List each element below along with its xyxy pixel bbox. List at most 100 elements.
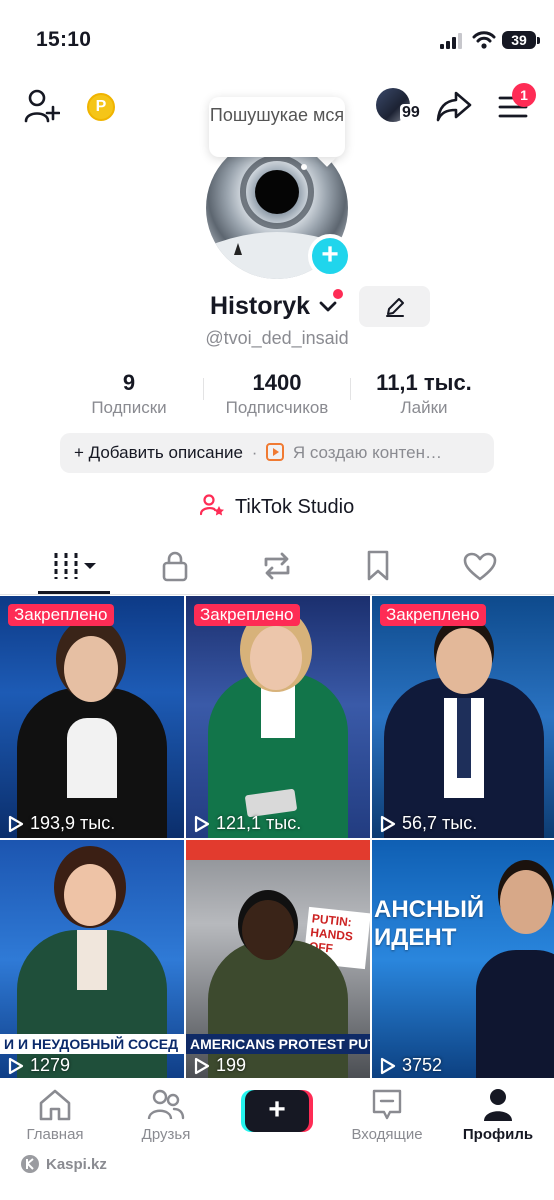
pinned-badge: Закреплено	[380, 604, 486, 626]
presenter-head	[250, 626, 302, 690]
nav-friends-label: Друзья	[141, 1126, 191, 1143]
profile-handle: @tvoi_ded_insaid	[205, 328, 349, 348]
presenter-tie	[457, 698, 471, 778]
creator-category[interactable]: Я создаю контен…	[293, 443, 442, 462]
add-avatar-plus-icon[interactable]: +	[308, 234, 352, 278]
stat-followers[interactable]: 1400 Подписчиков	[202, 370, 352, 418]
edit-profile-button[interactable]	[359, 286, 430, 327]
presenter-head	[500, 870, 552, 934]
create-plus-button[interactable]: +	[245, 1090, 309, 1132]
view-count: 121,1 тыс.	[194, 813, 301, 834]
presenter-head	[64, 636, 118, 702]
presenter-head	[436, 628, 492, 694]
stat-likes-label: Лайки	[400, 398, 448, 417]
nav-profile-label: Профиль	[462, 1126, 534, 1143]
stat-likes-value: 11,1 тыс.	[376, 370, 472, 395]
stat-following[interactable]: 9 Подписки	[54, 370, 204, 418]
bookmark-icon[interactable]	[366, 550, 390, 582]
stat-likes[interactable]: 11,1 тыс. Лайки	[349, 370, 499, 418]
avatar-tooltip: Пошушукае мся	[209, 97, 345, 157]
view-count: 193,9 тыс.	[8, 813, 115, 834]
tiktok-studio-link[interactable]: TikTok Studio	[0, 494, 554, 519]
signal-icon	[440, 33, 462, 49]
add-bio-link[interactable]: + Добавить описание	[74, 443, 243, 462]
add-friend-icon[interactable]	[24, 89, 60, 123]
inbox-icon	[372, 1089, 402, 1120]
view-count-text: 56,7 тыс.	[402, 813, 478, 833]
stat-followers-value: 1400	[252, 370, 302, 395]
chevron-down-icon	[319, 301, 337, 312]
video-thumbnail[interactable]: PUTIN: HANDS OFF AMERICANS PROTEST PUTIN…	[186, 840, 370, 1080]
stat-following-value: 9	[122, 370, 136, 395]
video-thumbnail[interactable]: Закреплено 193,9 тыс.	[0, 596, 184, 838]
grid-columns-icon	[54, 553, 96, 579]
presenter-head	[64, 864, 116, 926]
play-icon	[8, 1057, 24, 1074]
battery-indicator: 39	[502, 31, 536, 49]
view-count: 199	[194, 1055, 246, 1076]
news-ticker: И И НЕУДОБНЫЙ СОСЕД	[0, 1034, 184, 1054]
tabs-divider	[0, 594, 554, 595]
friends-icon	[147, 1089, 185, 1120]
watermark-text: Kaspi.kz	[46, 1155, 107, 1173]
studio-label: TikTok Studio	[234, 496, 355, 518]
video-thumbnail[interactable]: АНСНЫЙ ИДЕНТ 3752	[372, 840, 554, 1080]
presenter-shirt	[67, 718, 117, 798]
heart-icon[interactable]	[463, 552, 497, 582]
stat-following-label: Подписки	[91, 398, 167, 417]
nav-inbox[interactable]: Входящие	[337, 1088, 437, 1143]
view-count-text: 1279	[30, 1055, 71, 1075]
coin-icon[interactable]: P	[87, 93, 115, 121]
tab-videos[interactable]	[52, 552, 100, 585]
creator-play-icon	[266, 443, 285, 461]
play-icon	[194, 815, 210, 832]
view-count: 1279	[8, 1055, 70, 1076]
video-thumbnail[interactable]: Закреплено 121,1 тыс.	[186, 596, 370, 838]
wifi-icon	[472, 31, 496, 49]
play-icon	[8, 815, 24, 832]
view-count: 56,7 тыс.	[380, 813, 477, 834]
repost-icon[interactable]	[260, 551, 294, 581]
pencil-icon	[386, 298, 404, 317]
bio-separator: ·	[251, 443, 258, 462]
stat-followers-label: Подписчиков	[225, 398, 329, 417]
news-ticker: AMERICANS PROTEST PUTIN	[186, 1034, 370, 1054]
view-count: 3752	[380, 1055, 442, 1076]
video-thumbnail[interactable]: Закреплено 56,7 тыс.	[372, 596, 554, 838]
status-time: 15:10	[36, 28, 92, 51]
studio-person-star-icon	[199, 494, 224, 516]
play-icon	[194, 1057, 210, 1074]
kaspi-logo-icon	[21, 1155, 39, 1173]
play-icon	[380, 1057, 396, 1074]
nav-home[interactable]: Главная	[5, 1088, 105, 1143]
play-icon	[380, 815, 396, 832]
watermark: Kaspi.kz	[20, 1154, 107, 1174]
nav-home-label: Главная	[26, 1126, 84, 1143]
profile-icon	[484, 1089, 512, 1121]
active-tab-indicator	[38, 591, 110, 594]
presenter-figure	[476, 950, 554, 1080]
nav-inbox-label: Входящие	[351, 1126, 423, 1143]
view-count-text: 193,9 тыс.	[30, 813, 116, 833]
nav-friends[interactable]: Друзья	[116, 1088, 216, 1143]
notification-badge: 1	[512, 83, 536, 107]
lock-icon[interactable]	[161, 550, 189, 582]
bio-pill[interactable]: + Добавить описание · Я создаю контен…	[60, 433, 494, 473]
battery-tip	[537, 37, 540, 44]
profile-display-name[interactable]: Historyk	[210, 292, 337, 321]
view-count-text: 199	[216, 1055, 247, 1075]
display-name-text: Historyk	[210, 292, 311, 320]
video-thumbnail[interactable]: И И НЕУДОБНЫЙ СОСЕД 1279	[0, 840, 184, 1080]
nav-profile[interactable]: Профиль	[448, 1088, 548, 1143]
view-count-text: 3752	[402, 1055, 443, 1075]
protest-banner	[186, 840, 370, 860]
home-icon	[39, 1089, 71, 1121]
pinned-badge: Закреплено	[8, 604, 114, 626]
video-grid: Закреплено 193,9 тыс. Закреплено 121,1 т…	[0, 596, 554, 1080]
protester-head	[242, 900, 294, 960]
story-count: 99	[400, 104, 422, 122]
view-count-text: 121,1 тыс.	[216, 813, 302, 833]
presenter-shirt	[77, 930, 107, 990]
bottom-nav: Главная Друзья + Входящие Профиль	[0, 1078, 554, 1200]
share-icon[interactable]	[436, 90, 472, 122]
